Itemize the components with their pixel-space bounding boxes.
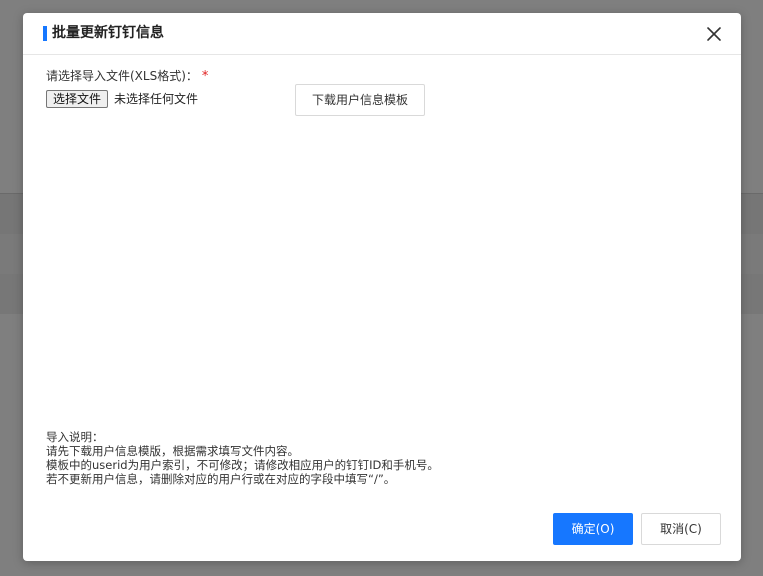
dialog-title: 批量更新钉钉信息 <box>52 25 164 41</box>
cancel-button[interactable]: 取消(C) <box>641 513 721 545</box>
instruction-line: 请先下载用户信息模版，根据需求填写文件内容。 <box>46 444 299 458</box>
update-dingtalk-dialog: 批量更新钉钉信息 请选择导入文件(XLS格式)： * 选择文件 未选择任何文件 下… <box>23 13 741 561</box>
import-instructions: 导入说明： 请先下载用户信息模版，根据需求填写文件内容。 模板中的userid为… <box>46 430 606 486</box>
import-file-label: 请选择导入文件(XLS格式)： * <box>46 68 208 85</box>
file-status-text: 未选择任何文件 <box>114 92 199 106</box>
download-template-button[interactable]: 下载用户信息模板 <box>295 84 425 116</box>
close-icon[interactable] <box>705 25 723 43</box>
title-accent-bar <box>43 26 47 41</box>
instructions-heading: 导入说明： <box>46 430 104 444</box>
instruction-line: 若不更新用户信息，请删除对应的用户行或在对应的字段中填写“/”。 <box>46 472 396 486</box>
choose-file-button[interactable]: 选择文件 <box>46 90 109 108</box>
instruction-line: 模板中的userid为用户索引，不可修改；请修改相应用户的钉钉ID和手机号。 <box>46 458 439 472</box>
ok-button[interactable]: 确定(O) <box>553 513 633 545</box>
required-mark: * <box>201 69 209 84</box>
import-file-label-text: 请选择导入文件(XLS格式)： <box>46 69 198 83</box>
dialog-header: 批量更新钉钉信息 <box>23 13 741 55</box>
